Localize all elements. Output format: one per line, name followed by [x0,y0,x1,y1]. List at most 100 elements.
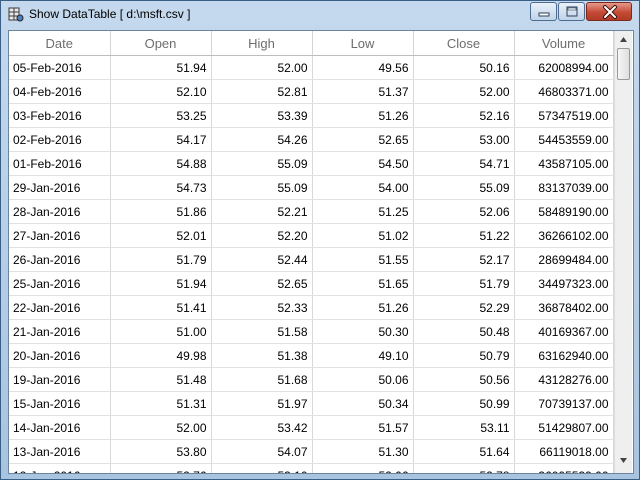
column-header-volume[interactable]: Volume [514,31,614,56]
cell-volume[interactable]: 40169367.00 [514,319,614,344]
cell-date[interactable]: 03-Feb-2016 [9,103,111,128]
table-row[interactable]: 19-Jan-2016 51.48 51.68 50.06 50.56 43128276.… [9,367,614,392]
cell-open[interactable]: 51.94 [110,55,212,80]
cell-high[interactable]: 54.26 [211,127,313,152]
table-row[interactable]: 25-Jan-2016 51.94 52.65 51.65 51.79 34497323.… [9,271,614,296]
cell-high[interactable]: 55.09 [211,175,313,200]
cell-open[interactable]: 51.94 [110,271,212,296]
cell-open[interactable]: 52.00 [110,415,212,440]
cell-low[interactable]: 51.55 [312,247,414,272]
table-row[interactable]: 20-Jan-2016 49.98 51.38 49.10 50.79 63162940.… [9,343,614,368]
scroll-up-button[interactable] [615,31,632,48]
cell-high[interactable]: 53.39 [211,103,313,128]
table-row[interactable]: 04-Feb-2016 52.10 52.81 51.37 52.00 46803371.… [9,79,614,104]
cell-high[interactable]: 52.21 [211,199,313,224]
cell-date[interactable]: 13-Jan-2016 [9,439,111,464]
cell-low[interactable]: 54.50 [312,151,414,176]
cell-close[interactable]: 51.64 [413,439,515,464]
cell-low[interactable]: 52.06 [312,463,414,473]
cell-date[interactable]: 14-Jan-2016 [9,415,111,440]
cell-date[interactable]: 22-Jan-2016 [9,295,111,320]
cell-date[interactable]: 05-Feb-2016 [9,55,111,80]
cell-low[interactable]: 52.65 [312,127,414,152]
cell-volume[interactable]: 36266102.00 [514,223,614,248]
table-row[interactable]: 27-Jan-2016 52.01 52.20 51.02 51.22 36266102.… [9,223,614,248]
table-row[interactable]: 22-Jan-2016 51.41 52.33 51.26 52.29 36878402.… [9,295,614,320]
cell-open[interactable]: 52.01 [110,223,212,248]
cell-open[interactable]: 51.86 [110,199,212,224]
cell-volume[interactable]: 70739137.00 [514,391,614,416]
scroll-thumb[interactable] [617,48,630,80]
table-row[interactable]: 01-Feb-2016 54.88 55.09 54.50 54.71 43587105.… [9,151,614,176]
cell-close[interactable]: 52.17 [413,247,515,272]
cell-low[interactable]: 51.26 [312,103,414,128]
cell-close[interactable]: 52.29 [413,295,515,320]
cell-low[interactable]: 49.56 [312,55,414,80]
table-row[interactable]: 14-Jan-2016 52.00 53.42 51.57 53.11 51429807.… [9,415,614,440]
table-row[interactable]: 03-Feb-2016 53.25 53.39 51.26 52.16 57347519.… [9,103,614,128]
cell-date[interactable]: 20-Jan-2016 [9,343,111,368]
cell-date[interactable]: 21-Jan-2016 [9,319,111,344]
cell-close[interactable]: 50.79 [413,343,515,368]
cell-close[interactable]: 50.56 [413,367,515,392]
cell-open[interactable]: 51.79 [110,247,212,272]
cell-high[interactable]: 52.00 [211,55,313,80]
cell-open[interactable]: 51.48 [110,367,212,392]
cell-high[interactable]: 51.58 [211,319,313,344]
cell-open[interactable]: 51.31 [110,391,212,416]
cell-low[interactable]: 51.25 [312,199,414,224]
cell-close[interactable]: 53.11 [413,415,515,440]
column-header-close[interactable]: Close [413,31,515,56]
cell-date[interactable]: 12-Jan-2016 [9,463,111,473]
column-header-date[interactable]: Date [9,31,111,56]
cell-high[interactable]: 52.33 [211,295,313,320]
cell-volume[interactable]: 34497323.00 [514,271,614,296]
cell-close[interactable]: 52.00 [413,79,515,104]
column-header-high[interactable]: High [211,31,313,56]
cell-high[interactable]: 55.09 [211,151,313,176]
cell-close[interactable]: 52.78 [413,463,515,473]
table-row[interactable]: 28-Jan-2016 51.86 52.21 51.25 52.06 58489190.… [9,199,614,224]
cell-low[interactable]: 51.57 [312,415,414,440]
cell-date[interactable]: 01-Feb-2016 [9,151,111,176]
cell-volume[interactable]: 57347519.00 [514,103,614,128]
cell-low[interactable]: 51.65 [312,271,414,296]
cell-volume[interactable]: 63162940.00 [514,343,614,368]
cell-close[interactable]: 53.00 [413,127,515,152]
cell-low[interactable]: 50.34 [312,391,414,416]
cell-close[interactable]: 52.06 [413,199,515,224]
cell-open[interactable]: 52.76 [110,463,212,473]
table-row[interactable]: 02-Feb-2016 54.17 54.26 52.65 53.00 54453559.… [9,127,614,152]
cell-low[interactable]: 49.10 [312,343,414,368]
cell-high[interactable]: 51.68 [211,367,313,392]
cell-date[interactable]: 28-Jan-2016 [9,199,111,224]
cell-high[interactable]: 51.38 [211,343,313,368]
cell-date[interactable]: 19-Jan-2016 [9,367,111,392]
cell-close[interactable]: 51.22 [413,223,515,248]
cell-volume[interactable]: 43128276.00 [514,367,614,392]
cell-low[interactable]: 51.02 [312,223,414,248]
cell-open[interactable]: 51.00 [110,319,212,344]
column-header-open[interactable]: Open [110,31,212,56]
cell-close[interactable]: 50.16 [413,55,515,80]
cell-low[interactable]: 51.37 [312,79,414,104]
column-header-low[interactable]: Low [312,31,414,56]
cell-high[interactable]: 52.20 [211,223,313,248]
table-row[interactable]: 26-Jan-2016 51.79 52.44 51.55 52.17 28699484.… [9,247,614,272]
cell-low[interactable]: 51.26 [312,295,414,320]
cell-low[interactable]: 51.30 [312,439,414,464]
cell-volume[interactable]: 51429807.00 [514,415,614,440]
cell-volume[interactable]: 54453559.00 [514,127,614,152]
cell-date[interactable]: 04-Feb-2016 [9,79,111,104]
maximize-button[interactable] [558,2,585,21]
cell-open[interactable]: 52.10 [110,79,212,104]
cell-date[interactable]: 26-Jan-2016 [9,247,111,272]
cell-open[interactable]: 54.17 [110,127,212,152]
close-button[interactable] [586,2,632,21]
cell-high[interactable]: 54.07 [211,439,313,464]
table-row[interactable]: 15-Jan-2016 51.31 51.97 50.34 50.99 70739137.… [9,391,614,416]
cell-close[interactable]: 50.99 [413,391,515,416]
cell-open[interactable]: 49.98 [110,343,212,368]
cell-date[interactable]: 25-Jan-2016 [9,271,111,296]
cell-date[interactable]: 15-Jan-2016 [9,391,111,416]
